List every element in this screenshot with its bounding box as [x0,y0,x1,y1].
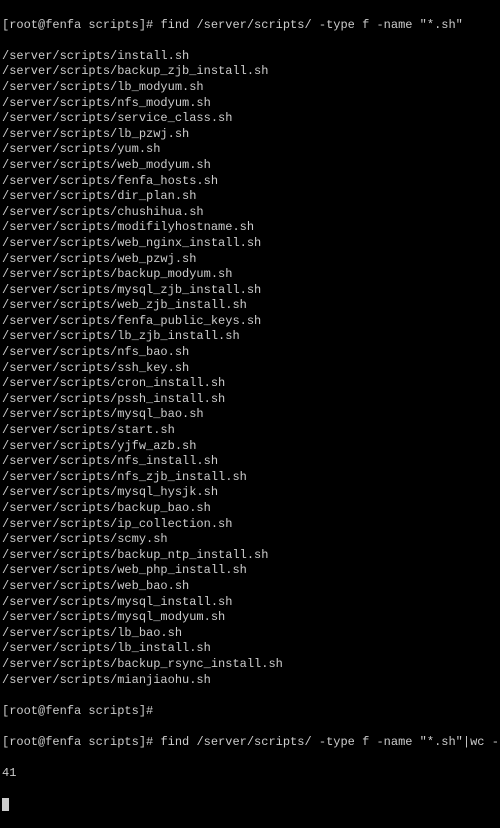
output-line: /server/scripts/pssh_install.sh [2,392,498,408]
output-line: /server/scripts/nfs_bao.sh [2,345,498,361]
command-line-2: [root@fenfa scripts]# find /server/scrip… [2,735,498,751]
output-line: /server/scripts/start.sh [2,423,498,439]
output-line: /server/scripts/web_nginx_install.sh [2,236,498,252]
output-line: /server/scripts/yum.sh [2,142,498,158]
output-line: /server/scripts/ssh_key.sh [2,361,498,377]
output-line: /server/scripts/lb_bao.sh [2,626,498,642]
output-line: /server/scripts/web_bao.sh [2,579,498,595]
output-line: /server/scripts/mysql_modyum.sh [2,610,498,626]
output-line: /server/scripts/backup_rsync_install.sh [2,657,498,673]
output-line: /server/scripts/backup_ntp_install.sh [2,548,498,564]
output-line: /server/scripts/install.sh [2,49,498,65]
prompt: [root@fenfa scripts]# [2,18,160,32]
empty-prompt: [root@fenfa scripts]# [2,704,498,720]
output-line: /server/scripts/dir_plan.sh [2,189,498,205]
output-line: /server/scripts/ip_collection.sh [2,517,498,533]
output-line: /server/scripts/nfs_modyum.sh [2,96,498,112]
output-line: /server/scripts/mianjiaohu.sh [2,673,498,689]
output-line: /server/scripts/scmy.sh [2,532,498,548]
output-line: /server/scripts/mysql_install.sh [2,595,498,611]
output-line: /server/scripts/backup_modyum.sh [2,267,498,283]
cursor-line [2,797,498,813]
output-line: /server/scripts/chushihua.sh [2,205,498,221]
output-line: /server/scripts/nfs_zjb_install.sh [2,470,498,486]
prompt: [root@fenfa scripts]# [2,735,160,749]
output-line: /server/scripts/nfs_install.sh [2,454,498,470]
output-line: /server/scripts/web_php_install.sh [2,563,498,579]
output-line: /server/scripts/web_pzwj.sh [2,252,498,268]
output-line: /server/scripts/modifilyhostname.sh [2,220,498,236]
output-line: /server/scripts/lb_modyum.sh [2,80,498,96]
command-text: find /server/scripts/ -type f -name "*.s… [160,735,500,749]
command-text: find /server/scripts/ -type f -name "*.s… [160,18,462,32]
output-line: /server/scripts/lb_pzwj.sh [2,127,498,143]
output-line: /server/scripts/backup_zjb_install.sh [2,64,498,80]
command-line-1: [root@fenfa scripts]# find /server/scrip… [2,18,498,34]
terminal-output[interactable]: [root@fenfa scripts]# find /server/scrip… [2,2,498,828]
output-line: /server/scripts/lb_install.sh [2,641,498,657]
output-line: /server/scripts/fenfa_hosts.sh [2,174,498,190]
output-file-list: /server/scripts/install.sh/server/script… [2,49,498,688]
result-count: 41 [2,766,498,782]
output-line: /server/scripts/backup_bao.sh [2,501,498,517]
output-line: /server/scripts/web_modyum.sh [2,158,498,174]
output-line: /server/scripts/web_zjb_install.sh [2,298,498,314]
output-line: /server/scripts/lb_zjb_install.sh [2,329,498,345]
output-line: /server/scripts/service_class.sh [2,111,498,127]
output-line: /server/scripts/yjfw_azb.sh [2,439,498,455]
output-line: /server/scripts/fenfa_public_keys.sh [2,314,498,330]
output-line: /server/scripts/mysql_zjb_install.sh [2,283,498,299]
output-line: /server/scripts/cron_install.sh [2,376,498,392]
output-line: /server/scripts/mysql_bao.sh [2,407,498,423]
cursor [2,798,9,811]
output-line: /server/scripts/mysql_hysjk.sh [2,485,498,501]
